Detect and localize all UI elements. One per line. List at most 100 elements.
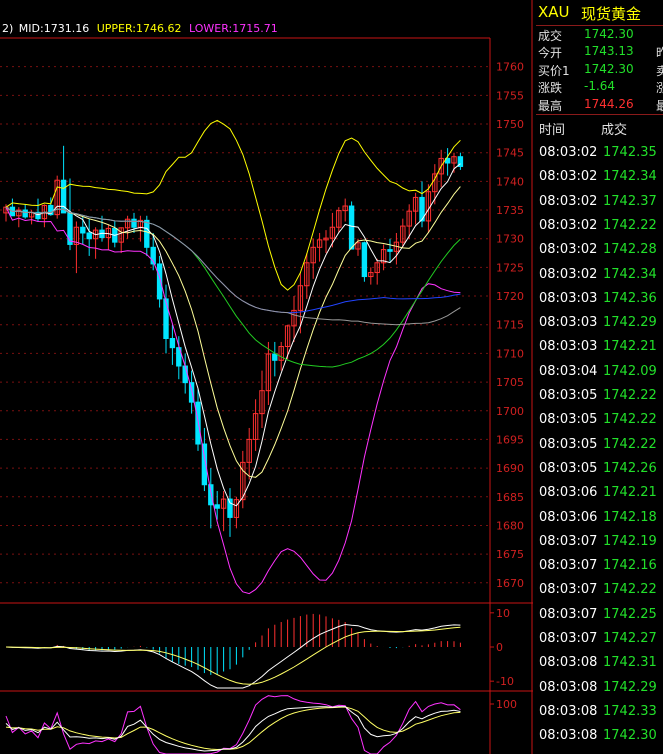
tick-row[interactable]: 08:03:05 1742.26 (536, 461, 663, 485)
header-lower: LOWER:1715.71 (188, 22, 278, 35)
tick-row[interactable]: 08:03:04 1742.09 (536, 364, 663, 388)
tick-time: 08:03:07 (539, 631, 598, 646)
tick-price: 1742.37 (603, 193, 657, 209)
candle (336, 207, 342, 233)
ticks-header-price: 成交 (601, 123, 628, 138)
candle (67, 178, 73, 251)
tick-price: 1742.22 (603, 412, 657, 428)
tick-time: 08:03:06 (539, 485, 598, 501)
candle (265, 341, 272, 406)
y-tick-label: 1705 (496, 376, 524, 389)
candle (22, 204, 28, 219)
tick-price: 1742.29 (603, 679, 657, 695)
quote-value: 1742.30 (584, 27, 634, 41)
candle (41, 204, 48, 228)
header-upper: UPPER:1746.62 (96, 22, 182, 35)
tick-row[interactable]: 08:03:02 1742.37 (536, 194, 663, 218)
tick-price: 1742.33 (603, 703, 657, 719)
macd-dif-line (5, 623, 461, 689)
candle-body-down (214, 504, 220, 509)
candle-body-down (169, 337, 176, 349)
tick-time: 08:03:02 (539, 242, 598, 258)
tick-row[interactable]: 08:03:03 1742.36 (536, 291, 663, 315)
tick-time: 08:03:07 (539, 558, 598, 574)
y-tick-label: 1725 (496, 261, 524, 274)
tick-time: 08:03:08 (539, 728, 598, 744)
tick-row[interactable]: 08:03:05 1742.22 (536, 388, 663, 412)
candle (374, 258, 380, 285)
y-tick-label: 1710 (496, 347, 524, 360)
candle-body-down (361, 242, 368, 278)
tick-row[interactable]: 08:03:08 1742.33 (536, 704, 663, 728)
tick-time: 08:03:03 (539, 339, 598, 355)
quote-value: 1742.30 (584, 61, 634, 76)
tick-time: 08:03:05 (539, 436, 598, 452)
tick-row[interactable]: 08:03:02 1742.22 (536, 218, 663, 242)
quote-extra-label: 涨 (656, 81, 663, 96)
tick-price: 1742.22 (603, 388, 657, 403)
tick-row[interactable]: 08:03:05 1742.22 (536, 437, 663, 461)
tick-price: 1742.36 (603, 290, 657, 306)
osc-k-line (5, 706, 461, 752)
tick-row[interactable]: 08:03:07 1742.16 (536, 558, 663, 582)
bollinger-lower-line (5, 206, 461, 595)
tick-row[interactable]: 08:03:07 1742.19 (536, 534, 663, 558)
osc-d-line (5, 706, 461, 751)
header-mid: MID:1731.16 (18, 22, 90, 35)
tick-price: 1742.16 (603, 558, 657, 574)
candle (259, 370, 265, 428)
tick-time: 08:03:08 (539, 679, 598, 695)
candle (176, 336, 182, 380)
quote-label: 今开 (538, 46, 563, 61)
tick-price: 1742.28 (603, 242, 657, 258)
tick-row[interactable]: 08:03:03 1742.29 (536, 315, 663, 339)
quote-extra-label: 最 (656, 98, 663, 113)
tick-price: 1742.22 (603, 217, 657, 233)
quote-label: 买价1 (538, 63, 570, 78)
tick-row[interactable]: 08:03:02 1742.28 (536, 242, 663, 266)
quote-label: 涨跌 (538, 81, 563, 96)
tick-row[interactable]: 08:03:07 1742.27 (536, 631, 663, 655)
candle (444, 148, 451, 176)
tick-row[interactable]: 08:03:08 1742.30 (536, 728, 663, 752)
tick-row[interactable]: 08:03:02 1742.35 (536, 145, 663, 169)
tick-price: 1742.21 (603, 339, 657, 355)
ticks-header-time: 时间 (539, 123, 566, 138)
y-tick-label: 1670 (496, 577, 524, 590)
candle (233, 496, 240, 529)
tick-row[interactable]: 08:03:06 1742.18 (536, 510, 663, 534)
tick-time: 08:03:05 (539, 388, 598, 403)
y-tick-label: 1685 (496, 491, 524, 504)
tick-row[interactable]: 08:03:06 1742.21 (536, 485, 663, 509)
tick-row[interactable]: 08:03:02 1742.34 (536, 267, 663, 291)
candle-body-down (86, 232, 92, 240)
tick-row[interactable]: 08:03:02 1742.34 (536, 169, 663, 193)
tick-time: 08:03:05 (539, 460, 598, 476)
candle (105, 224, 112, 251)
tick-row[interactable]: 08:03:08 1742.29 (536, 680, 663, 704)
tick-price: 1742.19 (603, 533, 657, 549)
candle-body-down (144, 219, 150, 248)
tick-row[interactable]: 08:03:07 1742.22 (536, 582, 663, 606)
tick-time: 08:03:03 (539, 290, 598, 306)
candle (361, 241, 368, 282)
tick-row[interactable]: 08:03:05 1742.22 (536, 412, 663, 436)
candle-body-down (67, 212, 73, 245)
tick-row[interactable]: 08:03:03 1742.21 (536, 339, 663, 363)
tick-row[interactable]: 08:03:08 1742.31 (536, 655, 663, 679)
tick-price: 1742.18 (603, 509, 657, 525)
tick-price: 1742.34 (603, 266, 657, 282)
candle-body-down (348, 205, 355, 250)
bollinger-upper-line (5, 119, 461, 291)
candle-body-down (80, 226, 86, 234)
tick-price: 1742.22 (603, 436, 657, 452)
candle (457, 152, 464, 170)
kline-chart[interactable]: 1760 1755 1750 1745 1740 1735 1730 1725 1720 1715… (0, 0, 533, 754)
candle (137, 215, 144, 242)
tick-row[interactable]: 08:03:07 1742.25 (536, 607, 663, 631)
y-tick-label: 1715 (496, 319, 524, 332)
candle (393, 232, 400, 265)
tick-time: 08:03:02 (539, 217, 598, 233)
y-tick-label: 1735 (496, 204, 524, 217)
candle (284, 324, 291, 360)
